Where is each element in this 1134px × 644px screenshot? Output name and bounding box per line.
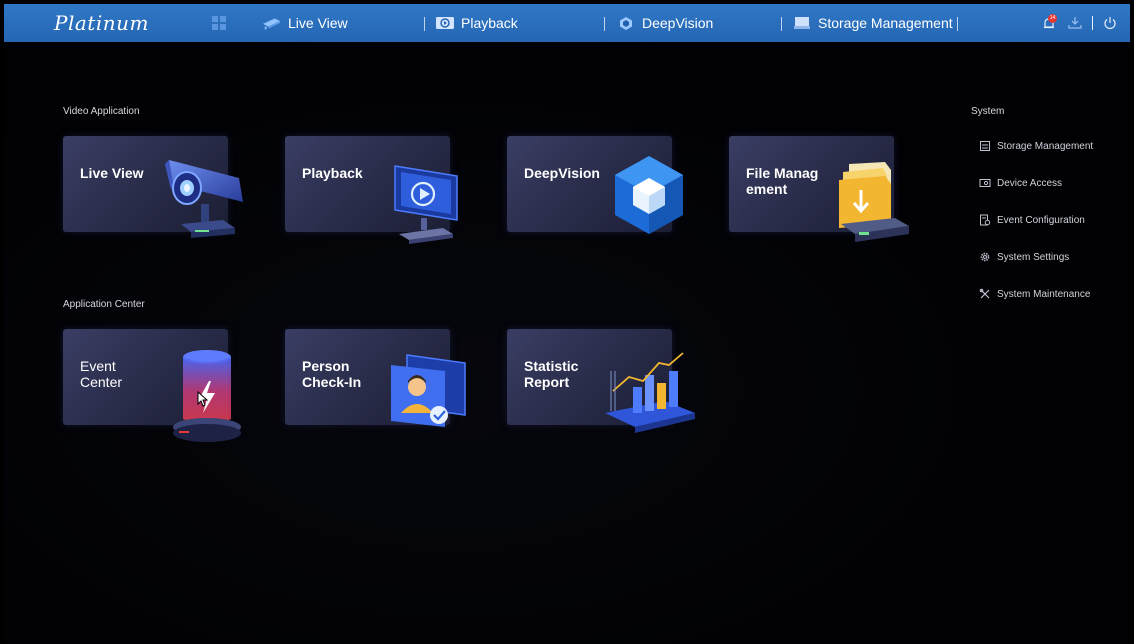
system-item-label: Storage Management — [997, 140, 1094, 152]
system-item-label: System Settings — [997, 251, 1070, 263]
top-right-controls: 14 — [1042, 4, 1117, 42]
section-application-center: Application Center — [63, 299, 145, 310]
app-card-label: Event Center — [80, 358, 123, 390]
bar-chart-report-icon — [605, 352, 695, 433]
system-device-access[interactable]: Device Access — [979, 177, 1062, 189]
nav-separator — [424, 17, 425, 31]
nav-storage-label: Storage Management — [818, 15, 953, 31]
apps-grid-icon[interactable] — [212, 16, 226, 30]
nav-playback-label: Playback — [461, 15, 518, 31]
playback-icon — [436, 17, 454, 29]
app-card-statistic-report[interactable]: Statistic Report — [507, 329, 695, 433]
app-card-label: Statistic Report — [524, 358, 579, 390]
app-card-person-check-in[interactable]: Person Check-In — [285, 329, 466, 427]
app-card-live-view[interactable]: Live View — [63, 136, 243, 238]
system-item-label: System Maintenance — [997, 288, 1091, 300]
app-card-label: Person Check-In — [302, 358, 362, 390]
storage-management-icon — [980, 141, 990, 151]
system-item-label: Event Configuration — [997, 214, 1085, 226]
system-item-label: Device Access — [997, 177, 1063, 189]
nav-separator — [957, 17, 958, 31]
section-system: System — [971, 106, 1005, 117]
alarm-count-badge: 14 — [1048, 14, 1057, 23]
person-check-in-icon — [391, 354, 466, 427]
system-storage-management[interactable]: Storage Management — [979, 140, 1093, 152]
nav-deepvision-label: DeepVision — [642, 15, 714, 31]
nav-separator — [604, 17, 605, 31]
alarm-button[interactable]: 14 — [1042, 14, 1060, 32]
tools-icon — [979, 288, 990, 299]
folder-download-icon — [839, 162, 909, 242]
nav-playback[interactable]: Playback — [435, 4, 518, 42]
app-window: Platinum Live View Playback DeepVision S… — [4, 4, 1130, 644]
nav-live-view-label: Live View — [288, 15, 348, 31]
system-maintenance[interactable]: System Maintenance — [979, 288, 1090, 300]
storage-icon — [794, 17, 810, 29]
nav-separator — [781, 17, 782, 31]
download-icon[interactable] — [1068, 16, 1082, 30]
deepvision-cube-icon — [615, 156, 683, 234]
nav-live-view[interactable]: Live View — [262, 4, 348, 42]
device-access-icon — [979, 179, 991, 187]
power-icon[interactable] — [1103, 16, 1117, 30]
brand-logo: Platinum — [54, 11, 149, 35]
app-card-event-center[interactable]: Event Center — [63, 329, 241, 442]
app-card-label: Playback — [302, 165, 363, 181]
app-card-label: Live View — [80, 165, 144, 181]
mouse-cursor-icon — [197, 391, 209, 407]
system-settings[interactable]: System Settings — [979, 251, 1069, 263]
app-card-deepvision[interactable]: DeepVision — [507, 136, 683, 234]
camera-icon — [262, 18, 281, 30]
app-card-playback[interactable]: Playback — [285, 136, 458, 244]
toolbar-separator — [1092, 16, 1093, 30]
top-navigation-bar: Platinum Live View Playback DeepVision S… — [4, 4, 1130, 42]
camera-icon — [165, 160, 243, 238]
nav-deepvision[interactable]: DeepVision — [616, 4, 713, 42]
app-card-label: DeepVision — [524, 165, 600, 181]
gear-icon — [980, 252, 990, 262]
app-card-file-management[interactable]: File Manag ement — [729, 136, 909, 242]
deepvision-icon — [620, 17, 632, 30]
nav-storage-management[interactable]: Storage Management — [792, 4, 953, 42]
playback-monitor-icon — [394, 165, 458, 244]
system-event-configuration[interactable]: Event Configuration — [979, 214, 1085, 226]
section-video-application: Video Application — [63, 106, 140, 117]
app-card-label: File Manag ement — [746, 165, 819, 197]
event-configuration-icon — [980, 214, 991, 226]
